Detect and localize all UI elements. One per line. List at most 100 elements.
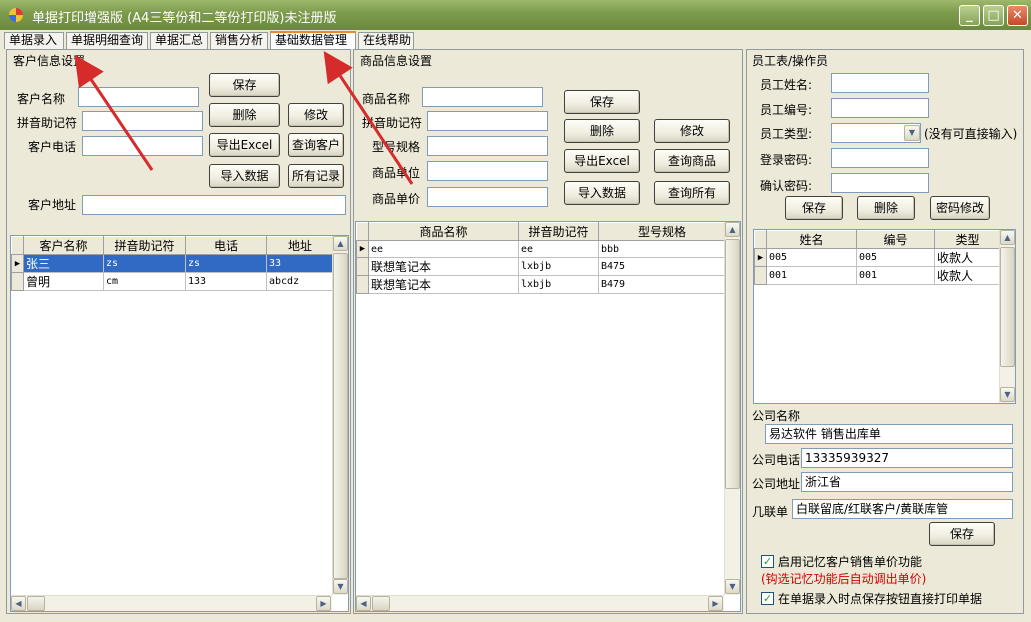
cell[interactable]: B479 [598, 275, 726, 294]
company-address-input[interactable]: 浙江省 [801, 472, 1013, 492]
tab-document-entry[interactable]: 单据录入 [4, 32, 64, 49]
scroll-down-icon[interactable]: ▼ [725, 579, 740, 594]
customer-import-button[interactable]: 导入数据 [209, 164, 280, 188]
customer-modify-button[interactable]: 修改 [288, 103, 344, 127]
customer-pinyin-input[interactable] [82, 111, 203, 131]
scroll-up-icon[interactable]: ▲ [333, 236, 348, 251]
company-save-button[interactable]: 保存 [929, 522, 995, 546]
cell[interactable]: bbb [598, 240, 726, 258]
col-header[interactable]: 姓名 [766, 230, 857, 249]
col-header[interactable]: 类型 [934, 230, 1001, 249]
scroll-up-icon[interactable]: ▲ [1000, 230, 1015, 245]
col-header[interactable]: 地址 [266, 236, 334, 255]
customer-name-input[interactable] [78, 87, 199, 107]
cell[interactable]: lxbjb [518, 257, 599, 276]
vertical-scrollbar[interactable]: ▲ ▼ [724, 222, 740, 595]
staff-delete-button[interactable]: 删除 [857, 196, 915, 220]
customer-query-button[interactable]: 查询客户 [288, 133, 344, 157]
product-unit-input[interactable] [427, 161, 548, 181]
cell[interactable]: 133 [185, 272, 267, 291]
table-row[interactable]: 联想笔记本 lxbjb B475 [356, 257, 726, 276]
tab-online-help[interactable]: 在线帮助 [358, 32, 414, 49]
cell[interactable]: 001 [856, 266, 935, 285]
staff-grid[interactable]: 姓名 编号 类型 ▶ 005 005 收款人 001 001 收款人 ▲ ▼ [753, 229, 1016, 404]
horizontal-scrollbar[interactable]: ◀ ▶ [11, 595, 332, 611]
table-row[interactable]: ▶ 005 005 收款人 [754, 248, 1001, 267]
cell[interactable]: 收款人 [934, 266, 1001, 285]
col-header[interactable]: 型号规格 [598, 222, 726, 241]
remember-price-checkbox[interactable]: ✓ [761, 555, 774, 568]
product-import-button[interactable]: 导入数据 [564, 181, 640, 205]
col-header[interactable]: 拼音助记符 [518, 222, 599, 241]
product-delete-button[interactable]: 删除 [564, 119, 640, 143]
tab-detail-query[interactable]: 单据明细查询 [66, 32, 148, 49]
product-grid[interactable]: 商品名称 拼音助记符 型号规格 ▶ ee ee bbb 联想笔记本 lxbjb … [355, 221, 741, 612]
col-header[interactable]: 拼音助记符 [103, 236, 186, 255]
staff-name-input[interactable] [831, 73, 929, 93]
customer-grid[interactable]: 客户名称 拼音助记符 电话 地址 ▶ 张三 zs zs 33 曾明 cm 133… [10, 235, 349, 612]
staff-save-button[interactable]: 保存 [785, 196, 843, 220]
company-phone-input[interactable]: 13335939327 [801, 448, 1013, 468]
copies-input[interactable]: 白联留底/红联客户/黄联库管 [792, 499, 1013, 519]
table-row[interactable]: ▶ ee ee bbb [356, 240, 726, 258]
cell[interactable]: 张三 [23, 254, 104, 273]
staff-password-input[interactable] [831, 148, 929, 168]
table-row[interactable]: ▶ 张三 zs zs 33 [11, 254, 334, 273]
customer-address-input[interactable] [82, 195, 346, 215]
product-modify-button[interactable]: 修改 [654, 119, 730, 143]
col-header[interactable]: 商品名称 [368, 222, 519, 241]
product-price-input[interactable] [427, 187, 548, 207]
scroll-thumb[interactable] [725, 239, 740, 489]
product-query-all-button[interactable]: 查询所有 [654, 181, 730, 205]
scroll-up-icon[interactable]: ▲ [725, 222, 740, 237]
cell[interactable]: B475 [598, 257, 726, 276]
scroll-thumb[interactable] [333, 253, 348, 579]
product-query-button[interactable]: 查询商品 [654, 149, 730, 173]
tab-basic-data[interactable]: 基础数据管理 [270, 31, 356, 49]
scroll-right-icon[interactable]: ▶ [316, 596, 331, 611]
print-on-save-checkbox[interactable]: ✓ [761, 592, 774, 605]
table-row[interactable]: 曾明 cm 133 abcdz [11, 272, 334, 291]
col-header[interactable]: 编号 [856, 230, 935, 249]
cell[interactable]: 收款人 [934, 248, 1001, 267]
cell[interactable]: 005 [766, 248, 857, 267]
scroll-thumb[interactable] [372, 596, 390, 611]
cell[interactable]: lxbjb [518, 275, 599, 294]
cell[interactable]: 005 [856, 248, 935, 267]
product-export-button[interactable]: 导出Excel [564, 149, 640, 173]
cell[interactable]: ee [518, 240, 599, 258]
product-pinyin-input[interactable] [427, 111, 548, 131]
horizontal-scrollbar[interactable]: ◀ ▶ [356, 595, 724, 611]
cell[interactable]: abcdz [266, 272, 334, 291]
customer-phone-input[interactable] [82, 136, 203, 156]
customer-save-button[interactable]: 保存 [209, 73, 280, 97]
tab-summary[interactable]: 单据汇总 [150, 32, 208, 49]
scroll-down-icon[interactable]: ▼ [1000, 387, 1015, 402]
cell[interactable]: ee [368, 240, 519, 258]
scroll-right-icon[interactable]: ▶ [708, 596, 723, 611]
col-header[interactable]: 客户名称 [23, 236, 104, 255]
chevron-down-icon[interactable]: ▼ [904, 125, 920, 141]
scroll-down-icon[interactable]: ▼ [333, 579, 348, 594]
cell[interactable]: zs [103, 254, 186, 273]
cell[interactable]: 33 [266, 254, 334, 273]
staff-change-password-button[interactable]: 密码修改 [930, 196, 990, 220]
minimize-button[interactable]: _ [959, 5, 980, 26]
scroll-left-icon[interactable]: ◀ [356, 596, 371, 611]
cell[interactable]: 001 [766, 266, 857, 285]
cell[interactable]: cm [103, 272, 186, 291]
close-button[interactable]: ✕ [1007, 5, 1028, 26]
tab-sales-analysis[interactable]: 销售分析 [210, 32, 268, 49]
company-name-input[interactable]: 易达软件 销售出库单 [765, 424, 1013, 444]
scroll-thumb[interactable] [1000, 247, 1015, 367]
maximize-button[interactable]: □ [983, 5, 1004, 26]
cell[interactable]: 联想笔记本 [368, 275, 519, 294]
product-name-input[interactable] [422, 87, 543, 107]
scroll-thumb[interactable] [27, 596, 45, 611]
table-row[interactable]: 001 001 收款人 [754, 266, 1001, 285]
scroll-left-icon[interactable]: ◀ [11, 596, 26, 611]
cell[interactable]: zs [185, 254, 267, 273]
customer-all-records-button[interactable]: 所有记录 [288, 164, 344, 188]
product-save-button[interactable]: 保存 [564, 90, 640, 114]
customer-delete-button[interactable]: 删除 [209, 103, 280, 127]
